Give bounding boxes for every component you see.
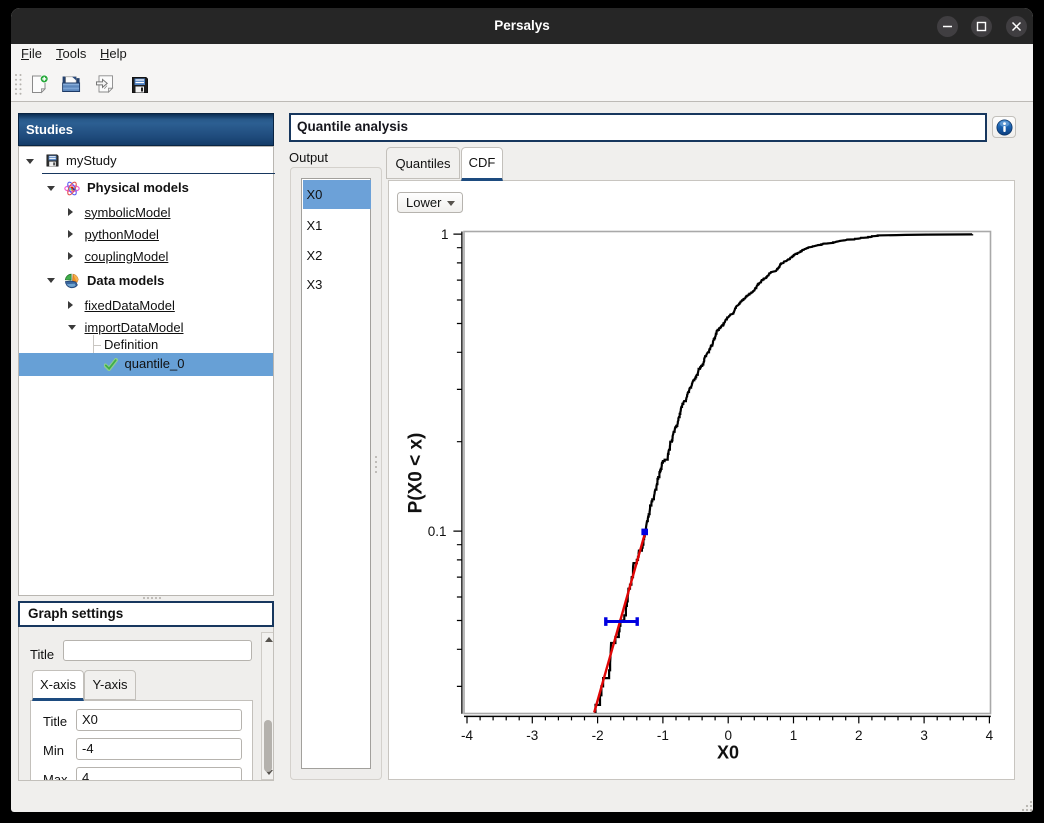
- svg-text:3: 3: [920, 728, 928, 743]
- svg-text:-1: -1: [657, 728, 669, 743]
- svg-text:0.1: 0.1: [428, 524, 447, 539]
- svg-text:1: 1: [441, 227, 449, 242]
- svg-text:1: 1: [790, 728, 798, 743]
- svg-text:-3: -3: [526, 728, 538, 743]
- svg-text:0: 0: [724, 728, 732, 743]
- svg-text:P(X0 < x): P(X0 < x): [406, 433, 427, 514]
- svg-text:4: 4: [986, 728, 994, 743]
- svg-text:2: 2: [855, 728, 863, 743]
- svg-text:-4: -4: [461, 728, 473, 743]
- svg-text:-2: -2: [592, 728, 604, 743]
- svg-text:X0: X0: [717, 743, 739, 763]
